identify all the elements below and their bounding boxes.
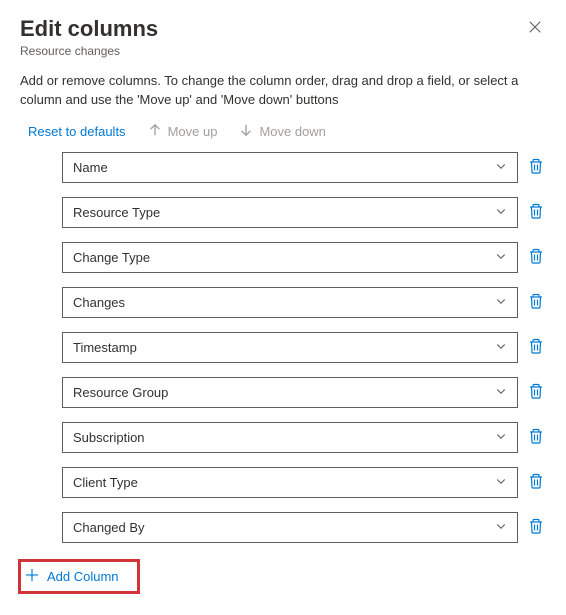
column-select-label: Timestamp <box>73 340 137 355</box>
close-icon <box>528 21 542 38</box>
delete-column-button[interactable] <box>526 471 546 494</box>
columns-list: Name Resource Type Change Type Changes Times… <box>20 152 546 543</box>
column-select-label: Change Type <box>73 250 150 265</box>
chevron-down-icon <box>495 295 507 310</box>
delete-column-button[interactable] <box>526 246 546 269</box>
column-select-label: Changed By <box>73 520 145 535</box>
delete-column-button[interactable] <box>526 201 546 224</box>
delete-column-button[interactable] <box>526 291 546 314</box>
trash-icon <box>528 473 544 492</box>
column-select-label: Name <box>73 160 108 175</box>
chevron-down-icon <box>495 160 507 175</box>
reset-defaults-button[interactable]: Reset to defaults <box>28 124 126 139</box>
move-down-button[interactable]: Move down <box>239 123 325 140</box>
trash-icon <box>528 338 544 357</box>
arrow-up-icon <box>148 123 162 140</box>
chevron-down-icon <box>495 430 507 445</box>
column-select-label: Resource Type <box>73 205 160 220</box>
column-select[interactable]: Changed By <box>62 512 518 543</box>
column-select-label: Client Type <box>73 475 138 490</box>
chevron-down-icon <box>495 250 507 265</box>
close-button[interactable] <box>524 16 546 42</box>
chevron-down-icon <box>495 520 507 535</box>
column-select-label: Resource Group <box>73 385 168 400</box>
column-row: Resource Type <box>62 197 546 228</box>
arrow-down-icon <box>239 123 253 140</box>
delete-column-button[interactable] <box>526 426 546 449</box>
column-select[interactable]: Resource Group <box>62 377 518 408</box>
chevron-down-icon <box>495 385 507 400</box>
move-down-label: Move down <box>259 124 325 139</box>
move-up-label: Move up <box>168 124 218 139</box>
trash-icon <box>528 203 544 222</box>
column-row: Name <box>62 152 546 183</box>
column-select[interactable]: Client Type <box>62 467 518 498</box>
column-row: Resource Group <box>62 377 546 408</box>
chevron-down-icon <box>495 340 507 355</box>
description-text: Add or remove columns. To change the col… <box>20 72 546 108</box>
trash-icon <box>528 428 544 447</box>
plus-icon <box>25 568 39 585</box>
chevron-down-icon <box>495 475 507 490</box>
column-select-label: Subscription <box>73 430 145 445</box>
column-select-label: Changes <box>73 295 125 310</box>
column-select[interactable]: Change Type <box>62 242 518 273</box>
column-select[interactable]: Name <box>62 152 518 183</box>
column-row: Change Type <box>62 242 546 273</box>
page-title: Edit columns <box>20 16 158 42</box>
trash-icon <box>528 158 544 177</box>
delete-column-button[interactable] <box>526 381 546 404</box>
column-select[interactable]: Subscription <box>62 422 518 453</box>
delete-column-button[interactable] <box>526 516 546 539</box>
column-row: Client Type <box>62 467 546 498</box>
page-subtitle: Resource changes <box>20 44 158 58</box>
trash-icon <box>528 383 544 402</box>
column-row: Changed By <box>62 512 546 543</box>
delete-column-button[interactable] <box>526 336 546 359</box>
add-column-label: Add Column <box>47 569 119 584</box>
column-row: Changes <box>62 287 546 318</box>
move-up-button[interactable]: Move up <box>148 123 218 140</box>
toolbar: Reset to defaults Move up Move down <box>20 123 546 140</box>
column-select[interactable]: Changes <box>62 287 518 318</box>
trash-icon <box>528 293 544 312</box>
trash-icon <box>528 248 544 267</box>
chevron-down-icon <box>495 205 507 220</box>
trash-icon <box>528 518 544 537</box>
column-row: Subscription <box>62 422 546 453</box>
column-select[interactable]: Resource Type <box>62 197 518 228</box>
column-select[interactable]: Timestamp <box>62 332 518 363</box>
delete-column-button[interactable] <box>526 156 546 179</box>
add-column-button[interactable]: Add Column <box>18 559 140 594</box>
column-row: Timestamp <box>62 332 546 363</box>
